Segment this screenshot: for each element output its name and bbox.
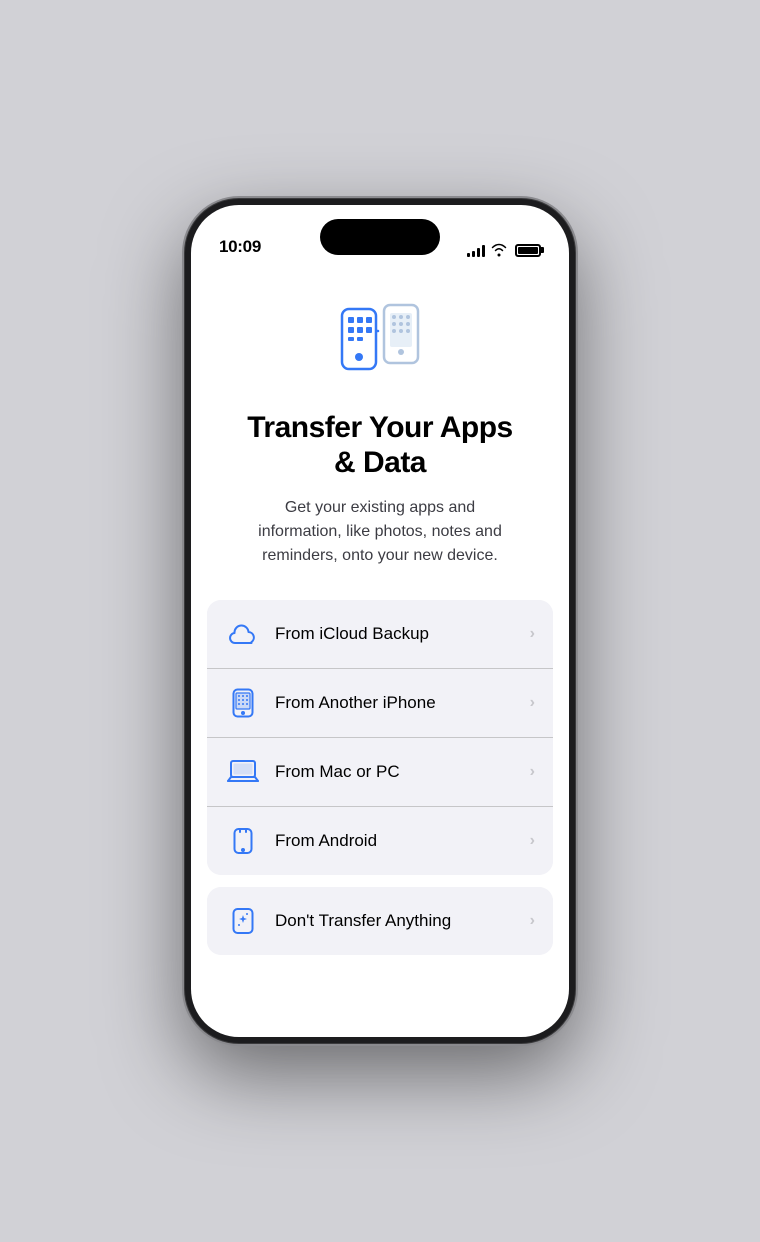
secondary-options-list: Don't Transfer Anything ›	[207, 887, 553, 955]
dynamic-island	[320, 219, 440, 255]
option-icloud-label: From iCloud Backup	[275, 624, 530, 644]
android-phone-icon	[225, 823, 261, 859]
signal-icon	[467, 243, 485, 257]
option-dont-transfer-label: Don't Transfer Anything	[275, 911, 530, 931]
option-android[interactable]: From Android ›	[207, 806, 553, 875]
option-android-chevron: ›	[530, 832, 535, 850]
option-mac-pc-label: From Mac or PC	[275, 762, 530, 782]
transfer-icon-area	[330, 297, 430, 387]
page-subtitle: Get your existing apps and information, …	[191, 496, 569, 568]
sparkle-phone-icon	[225, 903, 261, 939]
option-dont-transfer-chevron: ›	[530, 912, 535, 930]
option-icloud-backup[interactable]: From iCloud Backup ›	[207, 600, 553, 668]
option-android-label: From Android	[275, 831, 530, 851]
phone-device: 10:09	[185, 199, 575, 1043]
main-options-list: From iCloud Backup ›	[207, 600, 553, 875]
option-another-iphone-label: From Another iPhone	[275, 693, 530, 713]
option-dont-transfer[interactable]: Don't Transfer Anything ›	[207, 887, 553, 955]
wifi-icon	[491, 243, 507, 257]
screen-content: Transfer Your Apps& Data Get your existi…	[191, 265, 569, 1037]
status-icons	[467, 243, 541, 257]
laptop-icon	[225, 754, 261, 790]
transfer-phones-icon	[330, 297, 430, 387]
cloud-icon	[225, 616, 261, 652]
iphone-icon	[225, 685, 261, 721]
option-mac-pc-chevron: ›	[530, 763, 535, 781]
phone-screen: 10:09	[191, 205, 569, 1037]
option-another-iphone[interactable]: From Another iPhone ›	[207, 668, 553, 737]
option-mac-pc[interactable]: From Mac or PC ›	[207, 737, 553, 806]
page-title: Transfer Your Apps& Data	[207, 411, 553, 480]
option-another-iphone-chevron: ›	[530, 694, 535, 712]
battery-icon	[515, 244, 541, 257]
option-icloud-chevron: ›	[530, 625, 535, 643]
status-time: 10:09	[219, 237, 261, 257]
